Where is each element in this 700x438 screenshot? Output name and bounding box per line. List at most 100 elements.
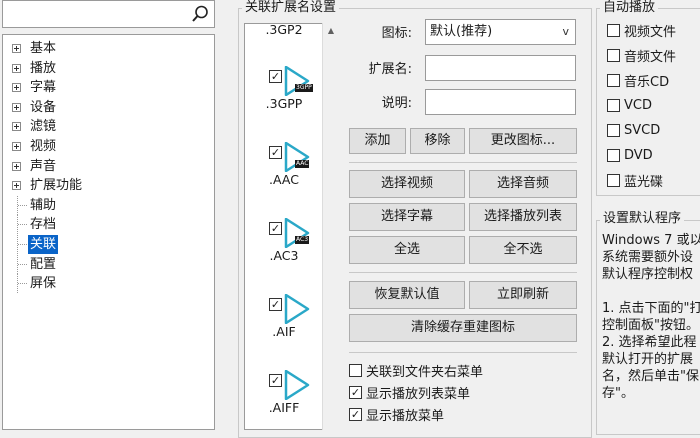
ext-settings-title: 关联扩展名设置: [242, 0, 340, 16]
autoplay-checkbox[interactable]: 音乐CD: [607, 72, 669, 90]
separator: [349, 272, 577, 273]
autoplay-checkbox[interactable]: 蓝光碟: [607, 172, 664, 190]
expand-plus-icon[interactable]: [12, 83, 21, 93]
extension-item[interactable]: ✓ AC3 .AC3: [245, 218, 323, 286]
expand-plus-icon[interactable]: [12, 122, 21, 132]
autoplay-check-icon[interactable]: [607, 24, 620, 37]
extension-checkbox[interactable]: ✓: [269, 222, 282, 235]
select-none-button[interactable]: 全不选: [469, 236, 577, 264]
tree-item-label: 滤镜: [30, 119, 57, 135]
select-all-button[interactable]: 全选: [349, 236, 465, 264]
autoplay-check-icon[interactable]: [607, 49, 620, 62]
extension-item[interactable]: ✓ AAC .AAC: [245, 142, 323, 210]
autoplay-checkbox[interactable]: VCD: [607, 97, 652, 114]
extension-checkbox[interactable]: ✓: [269, 146, 282, 159]
tree-item[interactable]: 关联: [3, 235, 214, 254]
folder-menu-check-icon[interactable]: [349, 364, 362, 377]
tree-item-label: 关联: [28, 235, 59, 254]
tree-item[interactable]: 存档: [3, 215, 214, 235]
playlist-menu-check-icon[interactable]: ✓: [349, 386, 362, 399]
tree-line: [18, 283, 27, 285]
scroll-up-arrow-icon[interactable]: ▲: [323, 23, 339, 39]
default-program-title: 设置默认程序: [600, 211, 685, 227]
autoplay-label: DVD: [624, 148, 653, 163]
tree-item[interactable]: 辅助: [3, 195, 214, 215]
select-playlist-button[interactable]: 选择播放列表: [469, 203, 577, 231]
extension-item[interactable]: ✓ .AIF: [245, 294, 323, 362]
tree-item[interactable]: 播放: [3, 59, 214, 78]
extension-checkbox[interactable]: ✓: [269, 298, 282, 311]
tree-item-label: 设备: [30, 99, 57, 115]
expand-plus-icon[interactable]: [12, 44, 21, 53]
tree-item[interactable]: 扩展功能: [3, 176, 214, 195]
default-program-description: Windows 7 或以 系统需要额外设 默认程序控制权 1. 点击下面的"打 控制面板…: [602, 232, 700, 402]
tree-item[interactable]: 字幕: [3, 78, 214, 97]
tree-item-label: 播放: [30, 60, 57, 76]
chevron-down-icon: v: [562, 25, 569, 38]
extension-name: .AC3: [269, 248, 299, 263]
tree-item[interactable]: 配置: [3, 254, 214, 274]
add-button[interactable]: 添加: [349, 128, 406, 154]
media-file-icon: [284, 294, 310, 324]
select-subtitle-button[interactable]: 选择字幕: [349, 203, 465, 231]
description-line: 系统需要额外设: [602, 250, 694, 265]
autoplay-check-icon[interactable]: [607, 174, 620, 187]
remove-button[interactable]: 移除: [410, 128, 465, 154]
tree-item-label: 配置: [30, 256, 57, 272]
tree-item[interactable]: 设备: [3, 98, 214, 117]
ext-name-input[interactable]: [425, 55, 576, 81]
desc-label: 说明:: [381, 96, 412, 111]
autoplay-checkbox[interactable]: DVD: [607, 147, 653, 164]
autoplay-checkbox[interactable]: 音频文件: [607, 47, 676, 65]
tree-item-label: 声音: [30, 158, 57, 174]
autoplay-checkbox[interactable]: 视频文件: [607, 22, 676, 40]
expand-plus-icon[interactable]: [12, 142, 21, 151]
search-box[interactable]: [2, 0, 215, 28]
autoplay-check-icon[interactable]: [607, 149, 620, 162]
play-menu-check-icon[interactable]: ✓: [349, 408, 362, 421]
extension-item[interactable]: ✓ 3GPP .3GPP: [245, 66, 323, 134]
autoplay-checkbox[interactable]: SVCD: [607, 122, 660, 139]
settings-tree[interactable]: 基本播放字幕设备滤镜视频声音扩展功能 辅助 存档 关联配置屏保: [2, 34, 215, 430]
expand-plus-icon[interactable]: [12, 63, 21, 73]
tree-item[interactable]: 声音: [3, 157, 214, 176]
desc-input[interactable]: [425, 89, 576, 115]
folder-menu-checkbox[interactable]: 关联到文件夹右菜单: [349, 362, 483, 380]
change-icon-button[interactable]: 更改图标...: [469, 128, 577, 154]
expand-plus-icon[interactable]: [12, 181, 21, 191]
select-audio-button[interactable]: 选择音频: [469, 170, 577, 198]
description-line: Windows 7 或以: [602, 233, 700, 248]
extension-name: .3GPP: [265, 96, 303, 111]
search-input[interactable]: [5, 3, 185, 25]
restore-defaults-button[interactable]: 恢复默认值: [349, 281, 465, 309]
play-menu-label: 显示播放菜单: [366, 409, 445, 424]
tree-item[interactable]: 视频: [3, 137, 214, 156]
description-line: 控制面板"按钮。: [602, 318, 699, 333]
extension-item[interactable]: ✓ .AIFF: [245, 370, 323, 429]
expand-plus-icon[interactable]: [12, 102, 21, 112]
playlist-menu-checkbox[interactable]: ✓ 显示播放列表菜单: [349, 384, 470, 402]
refresh-now-button[interactable]: 立即刷新: [469, 281, 577, 309]
play-menu-checkbox[interactable]: ✓ 显示播放菜单: [349, 406, 445, 424]
autoplay-check-icon[interactable]: [607, 124, 620, 137]
description-line: 名，然后单击"保: [602, 369, 699, 384]
extension-checkbox[interactable]: ✓: [269, 374, 282, 387]
tree-item[interactable]: 滤镜: [3, 117, 214, 136]
autoplay-check-icon[interactable]: [607, 99, 620, 112]
extension-list-scrollbar[interactable]: ▲: [322, 23, 339, 430]
search-icon[interactable]: [190, 4, 210, 24]
icon-select[interactable]: 默认(推荐) v: [425, 19, 576, 45]
description-line: 1. 点击下面的"打: [602, 301, 700, 316]
extension-checkbox[interactable]: ✓: [269, 70, 282, 83]
tree-item[interactable]: 屏保: [3, 274, 214, 294]
format-badge: 3GPP: [295, 84, 313, 92]
select-video-button[interactable]: 选择视频: [349, 170, 465, 198]
clear-cache-button[interactable]: 清除缓存重建图标: [349, 314, 577, 342]
extension-name: .AAC: [269, 172, 299, 187]
autoplay-label: 蓝光碟: [624, 175, 664, 190]
expand-plus-icon[interactable]: [12, 161, 21, 171]
autoplay-title: 自动播放: [600, 0, 659, 16]
tree-item[interactable]: 基本: [3, 39, 214, 58]
tree-item-label: 扩展功能: [30, 178, 83, 194]
autoplay-check-icon[interactable]: [607, 74, 620, 87]
